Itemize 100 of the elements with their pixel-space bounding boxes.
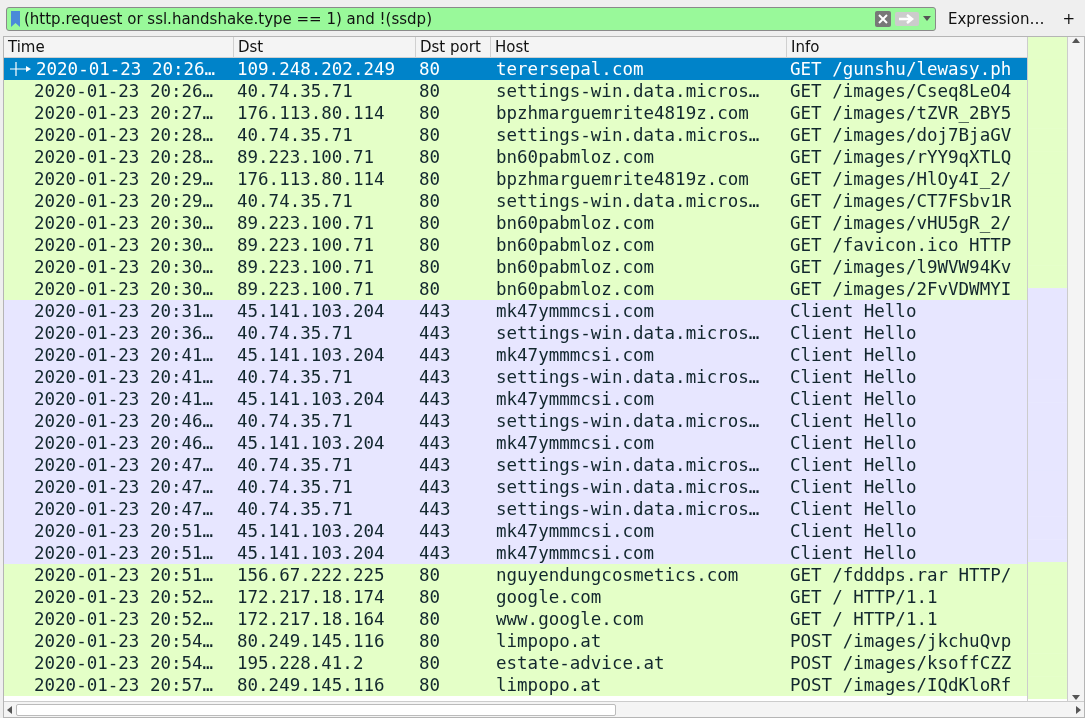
display-filter-field[interactable]: (http.request or ssl.handshake.type == 1) and !(ssdp)	[6, 7, 936, 31]
table-cell-text: GET /images/vHU5gR_2/	[789, 213, 1013, 233]
packet-row[interactable]: 2020-01-23 20:51… 45.141.103.204 443 mk47ymmmcsi.com Client Hello	[4, 542, 1027, 564]
scroll-left-icon[interactable]	[6, 705, 12, 714]
table-cell-text: mk47ymmmcsi.com	[495, 389, 656, 409]
table-cell-text: google.com	[495, 587, 603, 607]
packet-row[interactable]: 2020-01-23 20:51… 156.67.222.225 80 nguyendungcosmetics.com GET /fdddps.rar HTTP/	[4, 564, 1027, 586]
packet-row[interactable]: 2020-01-23 20:28… 40.74.35.71 80 settings-win.data.micros… GET /images/doj7BjaGV	[4, 124, 1027, 146]
table-cell-text: 443	[418, 411, 452, 431]
table-cell-text: 2020-01-23 20:31…	[33, 301, 215, 321]
table-cell-text: 2020-01-23 20:30…	[33, 279, 215, 299]
packet-row[interactable]: 2020-01-23 20:46… 45.141.103.204 443 mk47ymmmcsi.com Client Hello	[4, 432, 1027, 454]
packet-row[interactable]: 2020-01-23 20:30… 89.223.100.71 80 bn60pabmloz.com GET /images/2FvVDWMYI	[4, 278, 1027, 300]
packet-row[interactable]: 2020-01-23 20:26… 40.74.35.71 80 settings-win.data.micros… GET /images/Cseq8LeO4	[4, 80, 1027, 102]
table-cell-text: 80	[418, 191, 442, 211]
packet-row[interactable]: 2020-01-23 20:41… 45.141.103.204 443 mk47ymmmcsi.com Client Hello	[4, 344, 1027, 366]
table-cell-text: 443	[418, 521, 452, 541]
table-cell-text: 45.141.103.204	[236, 389, 386, 409]
clear-icon[interactable]	[875, 11, 891, 27]
vertical-scrollbar[interactable]	[1067, 37, 1084, 701]
packet-row[interactable]: 2020-01-23 20:29… 40.74.35.71 80 settings-win.data.micros… GET /images/CT7FSbv1R	[4, 190, 1027, 212]
table-cell-text: Client Hello	[789, 411, 918, 431]
table-cell-text: 443	[418, 301, 452, 321]
table-cell-text: 2020-01-23 20:30…	[33, 213, 215, 233]
table-cell-text: 2020-01-23 20:54…	[33, 631, 215, 651]
column-header[interactable]: Dst	[234, 37, 416, 57]
column-header[interactable]: Dst port	[416, 37, 491, 57]
column-header[interactable]: Time	[4, 37, 234, 57]
packet-row[interactable]: 2020-01-23 20:30… 89.223.100.71 80 bn60pabmloz.com GET /images/l9WVW94Kv	[4, 256, 1027, 278]
packet-row[interactable]: 2020-01-23 20:30… 89.223.100.71 80 bn60pabmloz.com GET /favicon.ico HTTP	[4, 234, 1027, 256]
table-cell-text: 89.223.100.71	[236, 235, 375, 255]
packet-row[interactable]: 2020-01-23 20:29… 176.113.80.114 80 bpzhmarguemrite4819z.com GET /images/HlOy4I_2/	[4, 168, 1027, 190]
scroll-up-icon[interactable]	[1072, 37, 1080, 43]
table-cell-text: GET /fdddps.rar HTTP/	[789, 565, 1013, 585]
packet-row[interactable]: 2020-01-23 20:41… 45.141.103.204 443 mk47ymmmcsi.com Client Hello	[4, 388, 1027, 410]
table-cell-text: 40.74.35.71	[236, 367, 354, 387]
expression-button[interactable]: Expression…	[942, 8, 1051, 30]
packet-row[interactable]: 2020-01-23 20:47… 40.74.35.71 443 settings-win.data.micros… Client Hello	[4, 476, 1027, 498]
table-cell-text: 176.113.80.114	[236, 169, 386, 189]
packet-row[interactable]: 2020-01-23 20:28… 89.223.100.71 80 bn60pabmloz.com GET /images/rYY9qXTLQ	[4, 146, 1027, 168]
table-cell-text: 195.228.41.2	[236, 653, 365, 673]
table-cell-text: Client Hello	[789, 499, 918, 519]
packet-row[interactable]: 2020-01-23 20:54… 195.228.41.2 80 estate-advice.at POST /images/ksoffCZZ	[4, 652, 1027, 674]
packet-row[interactable]: 2020-01-23 20:36… 40.74.35.71 443 settings-win.data.micros… Client Hello	[4, 322, 1027, 344]
packet-row[interactable]: 2020-01-23 20:52… 172.217.18.174 80 google.com GET / HTTP/1.1	[4, 586, 1027, 608]
table-cell-text: GET / HTTP/1.1	[789, 587, 939, 607]
table-cell-text: settings-win.data.micros…	[495, 367, 761, 387]
horizontal-scrollbar[interactable]	[4, 701, 1084, 717]
table-cell-text: 45.141.103.204	[236, 543, 386, 563]
table-cell-text: 80	[418, 125, 442, 145]
table-cell-text: POST /images/IQdKloRf	[789, 675, 1013, 695]
table-cell-text: 2020-01-23 20:51…	[33, 521, 215, 541]
table-cell-text: 2020-01-23 20:47…	[33, 477, 215, 497]
table-cell-text: 45.141.103.204	[236, 433, 386, 453]
table-cell-text: 80	[418, 147, 442, 167]
table-cell-text: 443	[418, 543, 452, 563]
packet-row[interactable]: 2020-01-23 20:47… 40.74.35.71 443 settings-win.data.micros… Client Hello	[4, 454, 1027, 476]
table-cell-text: mk47ymmmcsi.com	[495, 301, 656, 321]
table-cell-text: 156.67.222.225	[236, 565, 386, 585]
table-cell-text: GET /images/2FvVDWMYI	[789, 279, 1013, 299]
table-cell-text: mk47ymmmcsi.com	[495, 521, 656, 541]
table-cell-text: 40.74.35.71	[236, 81, 354, 101]
packet-row[interactable]: 2020-01-23 20:46… 40.74.35.71 443 settings-win.data.micros… Client Hello	[4, 410, 1027, 432]
scrollbar-thumb[interactable]	[16, 703, 616, 716]
table-cell-text: POST /images/jkchuQvp	[789, 631, 1013, 651]
packet-row[interactable]: 2020-01-23 20:27… 176.113.80.114 80 bpzhmarguemrite4819z.com GET /images/tZVR_2BY5	[4, 102, 1027, 124]
table-cell-text: 2020-01-23 20:51…	[33, 565, 215, 585]
arrow-icon	[10, 62, 32, 76]
table-cell-text: Client Hello	[789, 455, 918, 475]
packet-row[interactable]: 2020-01-23 20:47… 40.74.35.71 443 settings-win.data.micros… Client Hello	[4, 498, 1027, 520]
dropdown-caret-icon[interactable]	[923, 16, 931, 22]
add-button[interactable]: +	[1056, 8, 1081, 30]
packet-row[interactable]: 2020-01-23 20:26… 109.248.202.249 80 terersepal.com GET /gunshu/lewasy.ph	[4, 58, 1027, 80]
table-cell-text: 2020-01-23 20:47…	[33, 499, 215, 519]
column-header[interactable]: Host	[491, 37, 787, 57]
table-cell-text: Client Hello	[789, 345, 918, 365]
packet-row[interactable]: 2020-01-23 20:30… 89.223.100.71 80 bn60pabmloz.com GET /images/vHU5gR_2/	[4, 212, 1027, 234]
table-cell-text: 40.74.35.71	[236, 455, 354, 475]
table-cell-text: GET /images/HlOy4I_2/	[789, 169, 1013, 189]
table-cell-text: settings-win.data.micros…	[495, 411, 761, 431]
bookmark-icon[interactable]	[11, 11, 20, 27]
table-cell-text: 172.217.18.174	[236, 587, 386, 607]
table-cell-text: bn60pabmloz.com	[495, 213, 656, 233]
table-cell-text: mk47ymmmcsi.com	[495, 345, 656, 365]
table-cell-text: settings-win.data.micros…	[495, 191, 761, 211]
table-cell-text: GET /images/CT7FSbv1R	[789, 191, 1013, 211]
packet-row[interactable]: 2020-01-23 20:41… 40.74.35.71 443 settings-win.data.micros… Client Hello	[4, 366, 1027, 388]
scroll-right-icon[interactable]	[1076, 705, 1082, 714]
table-cell-text: 40.74.35.71	[236, 125, 354, 145]
table-cell-text: Client Hello	[789, 543, 918, 563]
table-cell-text: bn60pabmloz.com	[495, 279, 656, 299]
filter-input[interactable]: (http.request or ssl.handshake.type == 1) and !(ssdp)	[24, 10, 871, 28]
table-cell-text: 443	[418, 323, 452, 343]
table-cell-text: 80	[418, 565, 442, 585]
packet-row[interactable]: 2020-01-23 20:52… 172.217.18.164 80 www.google.com GET / HTTP/1.1	[4, 608, 1027, 630]
packet-row[interactable]: 2020-01-23 20:51… 45.141.103.204 443 mk47ymmmcsi.com Client Hello	[4, 520, 1027, 542]
table-cell-text: 89.223.100.71	[236, 279, 375, 299]
table-cell-text: settings-win.data.micros…	[495, 455, 761, 475]
packet-row[interactable]: 2020-01-23 20:54… 80.249.145.116 80 limpopo.at POST /images/jkchuQvp	[4, 630, 1027, 652]
packet-row[interactable]: 2020-01-23 20:31… 45.141.103.204 443 mk47ymmmcsi.com Client Hello	[4, 300, 1027, 322]
